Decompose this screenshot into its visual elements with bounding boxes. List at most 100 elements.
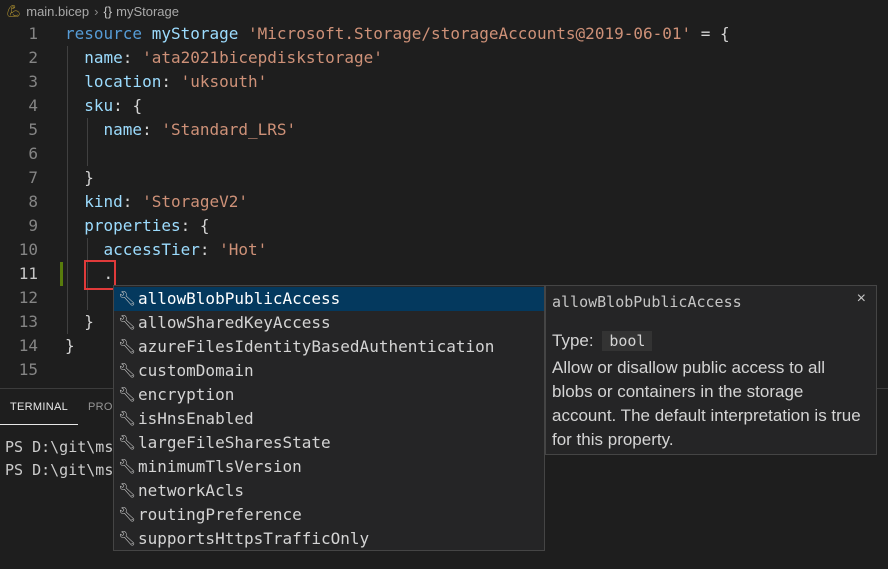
line-number: 7 <box>28 168 38 187</box>
line-number: 15 <box>18 360 38 379</box>
breadcrumb-symbol[interactable]: myStorage <box>116 4 179 19</box>
line-number: 6 <box>28 144 38 163</box>
code-line[interactable]: 3 location: 'uksouth' <box>0 70 888 94</box>
breadcrumb: 💪︎ main.bicep › {} myStorage <box>0 0 888 22</box>
code-token: location <box>84 72 162 91</box>
suggestion-item[interactable]: 🔧︎ allowBlobPublicAccess <box>114 287 544 311</box>
close-icon[interactable]: × <box>857 290 866 308</box>
terminal-line[interactable]: PS D:\git\ms <box>5 461 113 479</box>
code-line[interactable]: 5 name: 'Standard_LRS' <box>0 118 888 142</box>
code-token: 'Microsoft.Storage/storageAccounts@2019-… <box>248 24 692 43</box>
code-line[interactable]: 10 accessTier: 'Hot' <box>0 238 888 262</box>
bicep-file-icon: 💪︎ <box>6 4 22 18</box>
code-text: } <box>65 166 94 190</box>
code-token: : <box>142 120 162 139</box>
breadcrumb-file[interactable]: main.bicep <box>26 4 89 19</box>
details-description: Allow or disallow public access to all b… <box>552 358 861 449</box>
code-line[interactable]: 7 } <box>0 166 888 190</box>
wrench-icon: 🔧︎ <box>118 507 136 523</box>
wrench-icon: 🔧︎ <box>118 387 136 403</box>
code-token: name <box>84 48 123 67</box>
line-number: 9 <box>28 216 38 235</box>
suggestion-label: customDomain <box>138 361 254 380</box>
suggestion-item[interactable]: 🔧︎ isHnsEnabled <box>114 407 544 431</box>
code-token: kind <box>84 192 123 211</box>
type-label: Type: <box>552 331 594 350</box>
code-token: accessTier <box>103 240 200 259</box>
chevron-right-icon: › <box>94 3 99 19</box>
code-text: name: 'Standard_LRS' <box>65 118 297 142</box>
line-number: 4 <box>28 96 38 115</box>
suggestion-label: supportsHttpsTrafficOnly <box>138 529 370 548</box>
code-line[interactable]: 4 sku: { <box>0 94 888 118</box>
suggestion-label: largeFileSharesState <box>138 433 331 452</box>
code-line[interactable]: 2 name: 'ata2021bicepdiskstorage' <box>0 46 888 70</box>
line-number: 14 <box>18 336 38 355</box>
code-token: 'Standard_LRS' <box>161 120 297 139</box>
code-text: resource myStorage 'Microsoft.Storage/st… <box>65 22 730 46</box>
git-modified-marker <box>60 262 63 286</box>
code-token: name <box>103 120 143 139</box>
code-token: : <box>122 192 143 211</box>
suggestion-item[interactable]: 🔧︎ largeFileSharesState <box>114 431 544 455</box>
terminal-line[interactable]: PS D:\git\ms <box>5 438 113 456</box>
type-value: bool <box>602 331 653 351</box>
line-number: 11 <box>18 264 38 283</box>
code-token: resource <box>65 24 152 43</box>
suggestion-item[interactable]: 🔧︎ supportsHttpsTrafficOnly <box>114 527 544 551</box>
code-token: 'ata2021bicepdiskstorage' <box>142 48 383 67</box>
suggestion-label: routingPreference <box>138 505 302 524</box>
suggestion-label: encryption <box>138 385 235 404</box>
suggestion-item[interactable]: 🔧︎ networkAcls <box>114 479 544 503</box>
line-number: 13 <box>18 312 38 331</box>
code-line[interactable]: 8 kind: 'StorageV2' <box>0 190 888 214</box>
suggestion-item[interactable]: 🔧︎ azureFilesIdentityBasedAuthentication <box>114 335 544 359</box>
code-text: properties: { <box>65 214 210 238</box>
line-number: 2 <box>28 48 38 67</box>
code-token: myStorage <box>151 24 249 43</box>
suggestion-item[interactable]: 🔧︎ encryption <box>114 383 544 407</box>
suggestion-item[interactable]: 🔧︎ minimumTlsVersion <box>114 455 544 479</box>
suggestion-item[interactable]: 🔧︎ routingPreference <box>114 503 544 527</box>
code-token: : { <box>180 216 210 235</box>
tab-terminal[interactable]: TERMINAL <box>0 389 79 425</box>
code-token: : { <box>113 96 143 115</box>
line-number: 5 <box>28 120 38 139</box>
suggestion-label: allowSharedKeyAccess <box>138 313 331 332</box>
suggestion-label: allowBlobPublicAccess <box>138 289 341 308</box>
line-number: 12 <box>18 288 38 307</box>
code-token: 'uksouth' <box>180 72 268 91</box>
code-token: properties <box>84 216 181 235</box>
code-text: name: 'ata2021bicepdiskstorage' <box>65 46 383 70</box>
line-number: 1 <box>28 24 38 43</box>
suggestion-label: minimumTlsVersion <box>138 457 302 476</box>
suggestion-label: networkAcls <box>138 481 244 500</box>
code-line[interactable]: 6 <box>0 142 888 166</box>
suggestion-list[interactable]: 🔧︎ allowBlobPublicAccess 🔧︎ allowSharedKeyA… <box>113 285 545 551</box>
suggestion-item[interactable]: 🔧︎ allowSharedKeyAccess <box>114 311 544 335</box>
code-token: } <box>65 312 94 331</box>
line-number: 3 <box>28 72 38 91</box>
suggestion-label: azureFilesIdentityBasedAuthentication <box>138 337 495 356</box>
cursor-highlight-box <box>84 260 116 290</box>
wrench-icon: 🔧︎ <box>118 363 136 379</box>
details-type: Type: bool <box>552 331 653 351</box>
wrench-icon: 🔧︎ <box>118 459 136 475</box>
code-token: : <box>122 48 143 67</box>
code-line[interactable]: 9 properties: { <box>0 214 888 238</box>
code-line[interactable]: 1 resource myStorage 'Microsoft.Storage/s… <box>0 22 888 46</box>
suggestion-item[interactable]: 🔧︎ customDomain <box>114 359 544 383</box>
suggestion-details: allowBlobPublicAccess × Type: bool Allow… <box>545 285 877 455</box>
line-number: 8 <box>28 192 38 211</box>
code-token: : <box>161 72 181 91</box>
line-number: 10 <box>18 240 38 259</box>
code-text: location: 'uksouth' <box>65 70 267 94</box>
code-text: } <box>65 310 94 334</box>
code-line[interactable]: 11 . <box>0 262 888 286</box>
suggestion-label: isHnsEnabled <box>138 409 254 428</box>
wrench-icon: 🔧︎ <box>118 531 136 547</box>
